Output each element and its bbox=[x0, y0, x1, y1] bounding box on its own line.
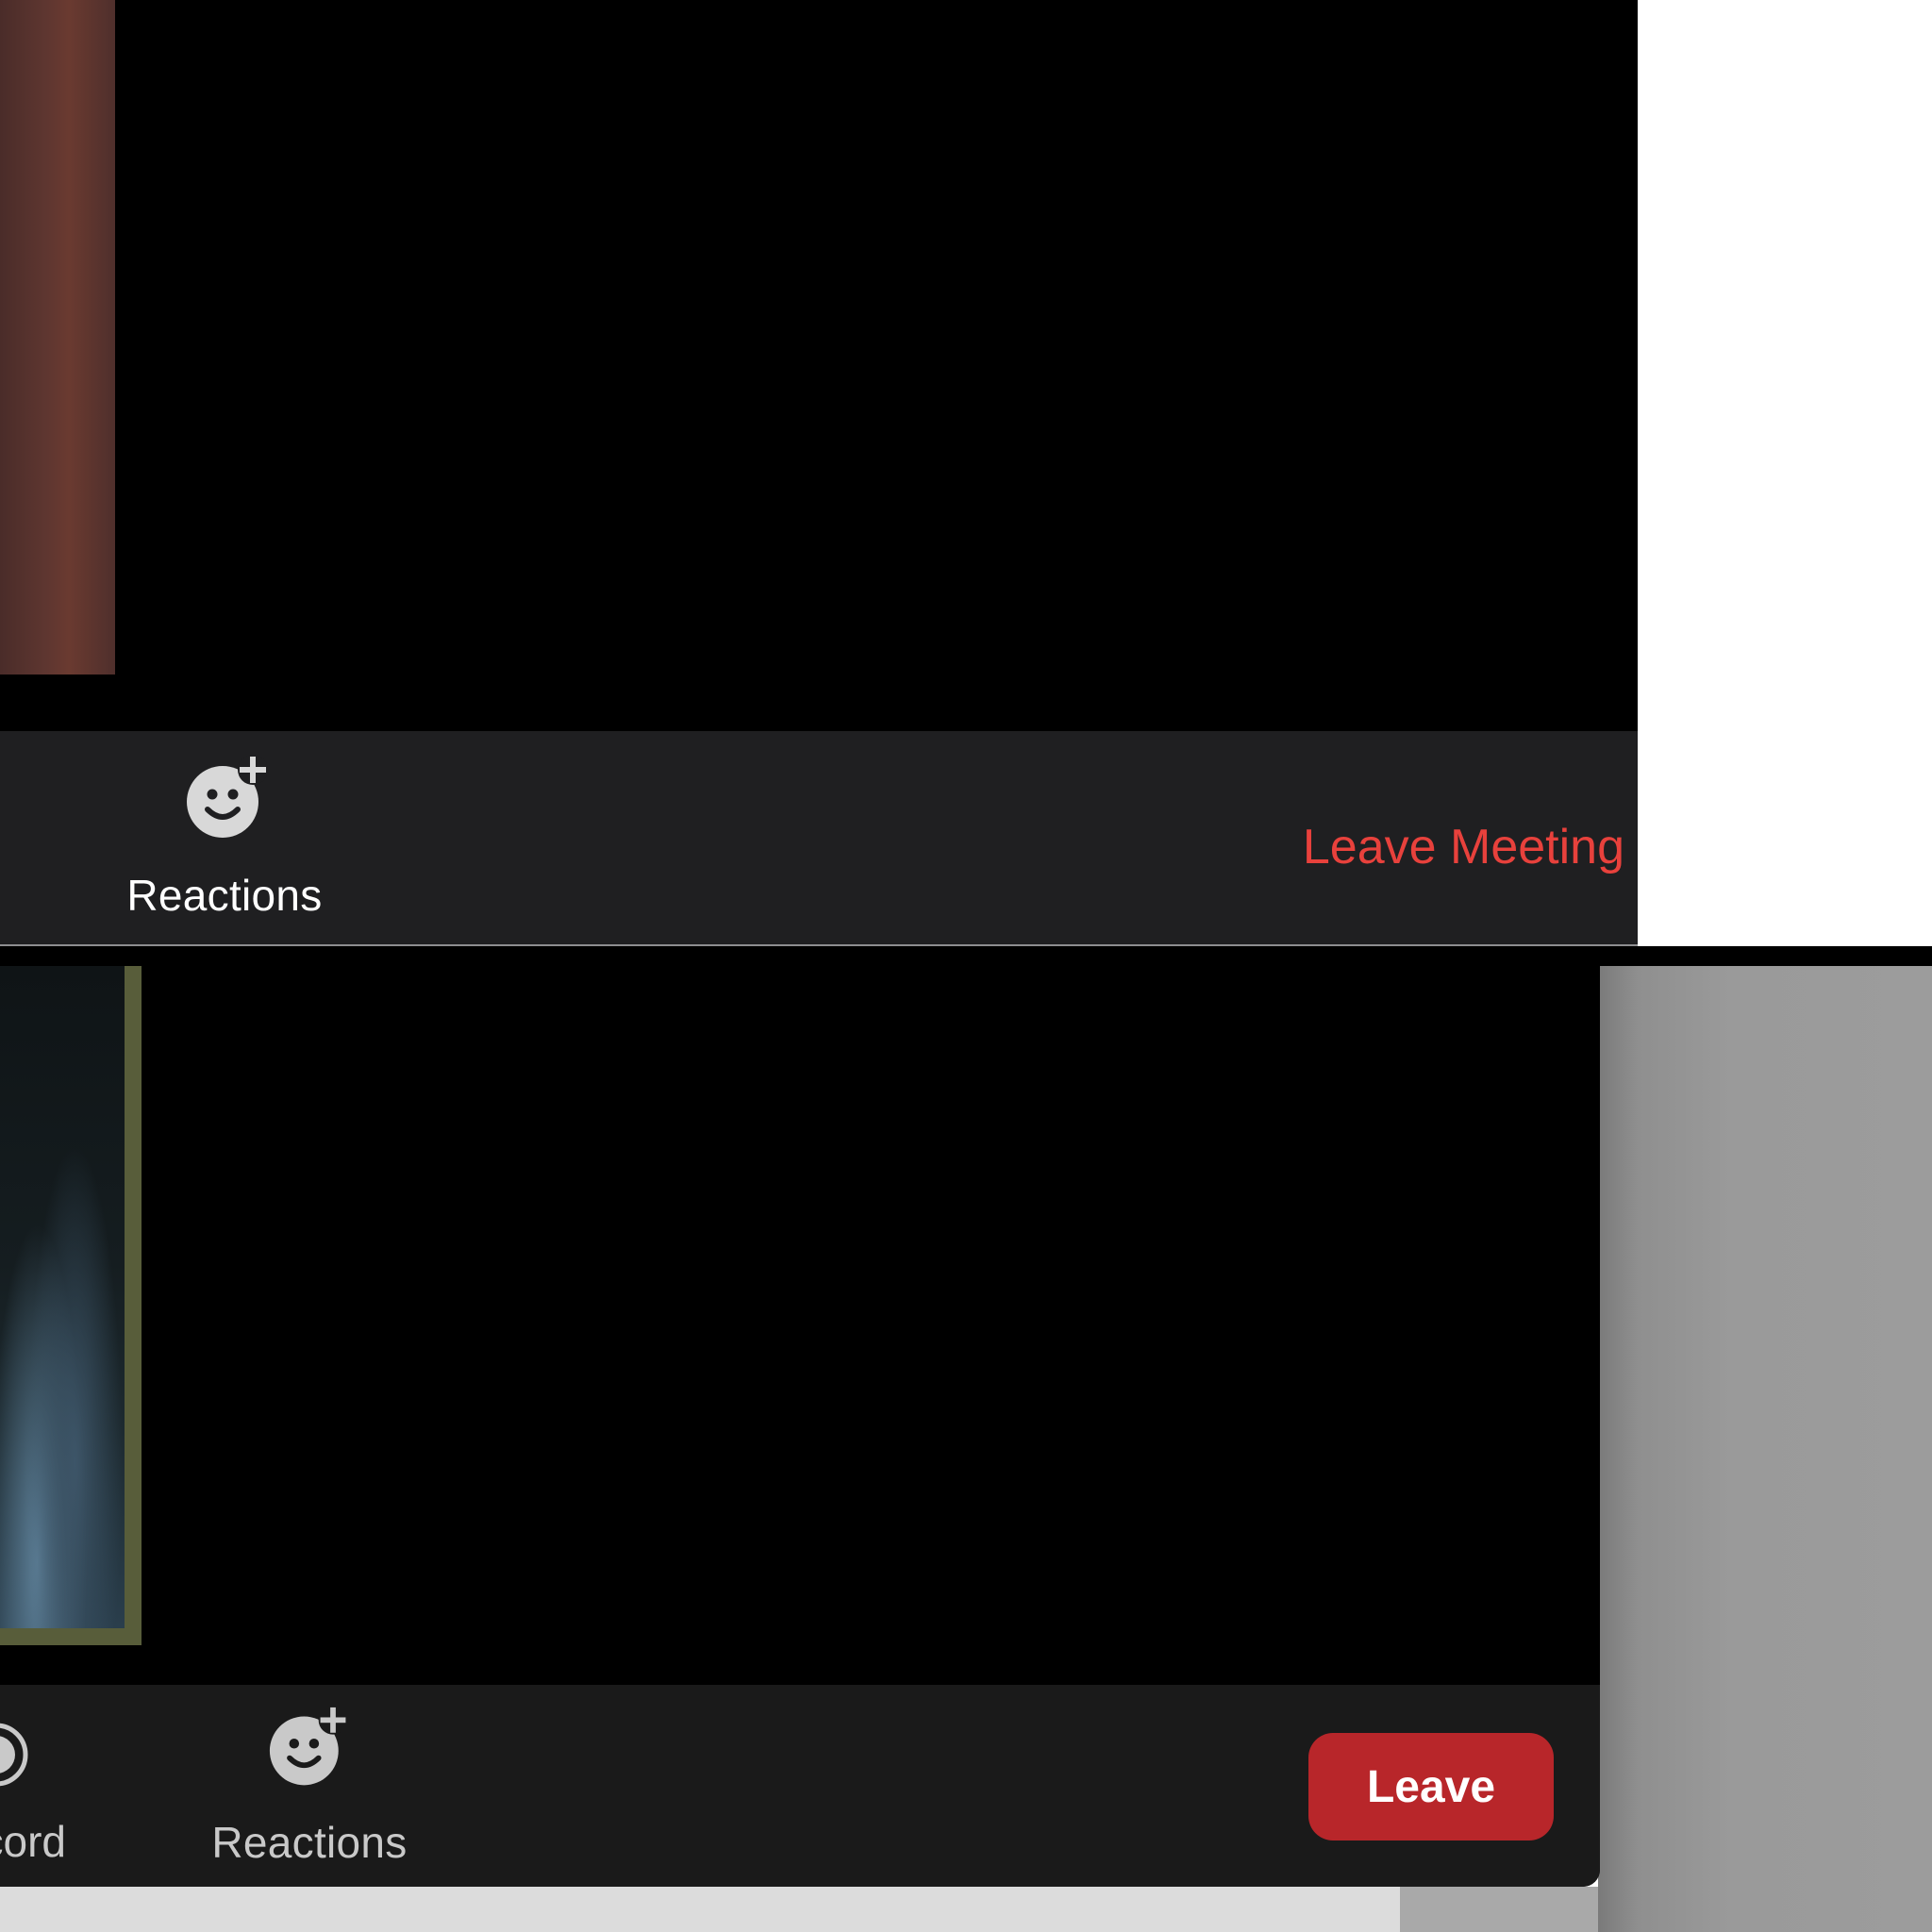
emoji-add-icon bbox=[268, 1706, 355, 1792]
leave-meeting-link[interactable]: Leave Meeting bbox=[1303, 819, 1624, 875]
desktop-background bbox=[1598, 966, 1932, 1932]
emoji-add-icon bbox=[185, 755, 275, 845]
screenshot-stage: Reactions Leave Meeting Record bbox=[0, 0, 1932, 1932]
record-button[interactable]: Record bbox=[0, 1709, 85, 1870]
record-icon bbox=[0, 1721, 30, 1789]
participant-video-feed bbox=[0, 966, 125, 1628]
reactions-label: Reactions bbox=[211, 1818, 408, 1867]
screenshot-divider bbox=[0, 946, 1932, 966]
reactions-label: Reactions bbox=[126, 871, 323, 920]
reactions-button-new[interactable]: Reactions bbox=[196, 1706, 423, 1875]
participant-video-tile-active[interactable] bbox=[0, 966, 142, 1645]
desktop-background-lower-right bbox=[1400, 1887, 1598, 1932]
reactions-button[interactable]: Reactions bbox=[102, 755, 347, 934]
desktop-background-lower bbox=[0, 1887, 1400, 1932]
leave-button[interactable]: Leave bbox=[1308, 1733, 1554, 1840]
top-meeting-window: Reactions Leave Meeting bbox=[0, 0, 1638, 947]
participant-video-tile[interactable] bbox=[0, 0, 115, 675]
record-label: Record bbox=[0, 1817, 66, 1866]
